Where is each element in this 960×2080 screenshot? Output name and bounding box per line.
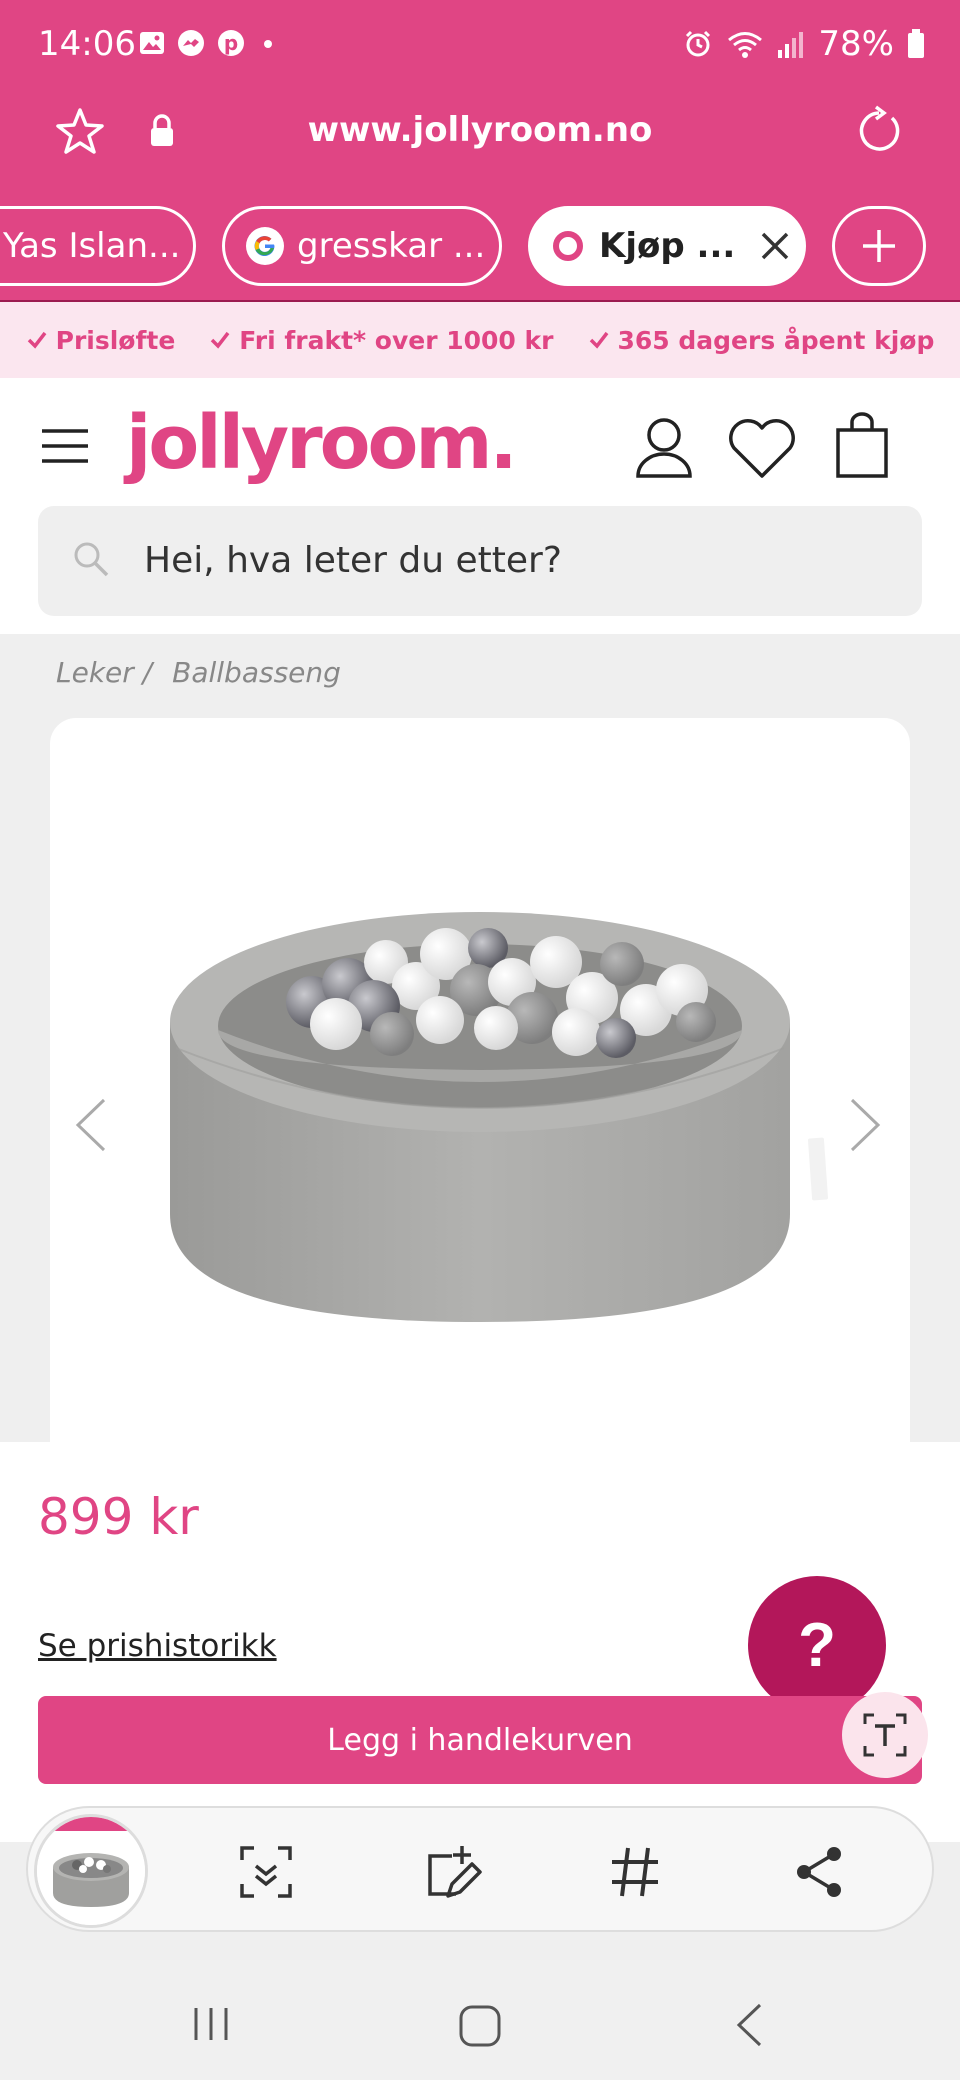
breadcrumb-item[interactable]: Ballbasseng: [172, 656, 341, 689]
draw-crop-icon[interactable]: [422, 1844, 484, 1902]
promo-item: 365 dagers åpent kjøp: [588, 325, 935, 355]
promo-item: Fri frakt* over 1000 kr: [209, 325, 554, 355]
tab-label: Yas Islan...: [3, 226, 181, 266]
new-tab-button[interactable]: [832, 206, 926, 286]
svg-text:p: p: [224, 31, 238, 55]
plus-icon: [863, 230, 895, 262]
status-right: 78%: [682, 24, 926, 64]
search-input[interactable]: [144, 532, 884, 588]
tab-label: Kjøp ...: [599, 226, 736, 266]
browser-tab-strip: Yas Islan... gresskar ... Kjøp ...: [0, 200, 960, 302]
price-history-link[interactable]: Se prishistorikk: [38, 1628, 277, 1664]
wifi-icon: [728, 32, 763, 58]
notification-icons: p: [138, 28, 280, 58]
thumbnail-image: [37, 1817, 145, 1925]
messenger-icon: [178, 30, 204, 56]
reload-icon[interactable]: [852, 104, 906, 158]
share-icon[interactable]: [794, 1844, 846, 1900]
browser-tab[interactable]: Yas Islan...: [0, 206, 196, 286]
scan-icon[interactable]: [238, 1844, 294, 1900]
hashtag-icon[interactable]: [608, 1844, 662, 1900]
gallery-icon: [140, 32, 164, 54]
promo-text: Prisløfte: [55, 325, 176, 355]
add-to-cart-label: Legg i handlekurven: [327, 1722, 633, 1758]
ball-pit-product-image[interactable]: [116, 898, 844, 1338]
signal-icon: [778, 32, 804, 58]
wishlist-heart-icon[interactable]: [726, 418, 798, 480]
chevron-right-icon[interactable]: [848, 1098, 882, 1152]
system-nav-bar: [0, 1960, 960, 2080]
status-bar: 14:06 p 78%: [0, 0, 960, 92]
product-image-card: [50, 718, 910, 1442]
dot-icon: [264, 40, 272, 48]
site-favicon-icon: [553, 231, 583, 261]
browser-url-bar: www.jollyroom.no: [0, 92, 960, 200]
status-time: 14:06: [38, 24, 136, 64]
pinterest-icon: p: [218, 30, 244, 56]
browser-tab-active[interactable]: Kjøp ...: [528, 206, 806, 286]
close-tab-icon[interactable]: [759, 230, 791, 262]
shopping-bag-icon[interactable]: [834, 412, 890, 480]
breadcrumb-item[interactable]: Leker /: [56, 656, 152, 689]
help-button[interactable]: ?: [748, 1576, 886, 1714]
home-icon[interactable]: [458, 2004, 502, 2048]
text-scan-icon: [863, 1713, 907, 1757]
check-icon: [589, 331, 608, 349]
promo-bar: Prisløfte Fri frakt* over 1000 kr 365 da…: [0, 302, 960, 378]
add-to-cart-button[interactable]: Legg i handlekurven: [38, 1696, 922, 1784]
promo-text: Fri frakt* over 1000 kr: [239, 325, 554, 355]
smart-select-toolbar: [26, 1806, 934, 1932]
tab-label: gresskar ...: [297, 226, 486, 266]
battery-icon: [908, 29, 924, 58]
promo-item: Prisløfte: [26, 325, 176, 355]
check-icon: [211, 331, 230, 349]
product-price: 899 kr: [38, 1488, 199, 1546]
search-box[interactable]: [38, 506, 922, 616]
check-icon: [27, 331, 47, 349]
screenshot-thumbnail[interactable]: [34, 1814, 148, 1928]
google-icon: [246, 227, 284, 265]
hamburger-menu-icon[interactable]: [40, 426, 90, 466]
browser-tab[interactable]: gresskar ...: [222, 206, 502, 286]
breadcrumb: Leker / Ballbasseng: [56, 656, 341, 689]
user-account-icon[interactable]: [634, 416, 694, 480]
back-icon[interactable]: [734, 2002, 764, 2048]
question-mark-icon: ?: [798, 1610, 836, 1680]
recent-apps-icon[interactable]: [190, 2004, 232, 2044]
chevron-left-icon[interactable]: [74, 1098, 108, 1152]
extract-text-button[interactable]: [842, 1692, 928, 1778]
battery-percent: 78%: [818, 24, 894, 64]
jollyroom-logo[interactable]: jollyroom.: [126, 400, 518, 486]
alarm-icon: [686, 30, 711, 57]
url-text[interactable]: www.jollyroom.no: [0, 110, 960, 150]
search-icon: [74, 542, 109, 577]
screen: 14:06 p 78% www.jollyroom.no Yas Islan..…: [0, 0, 960, 2080]
site-header: jollyroom.: [0, 378, 960, 634]
promo-text: 365 dagers åpent kjøp: [617, 325, 935, 355]
